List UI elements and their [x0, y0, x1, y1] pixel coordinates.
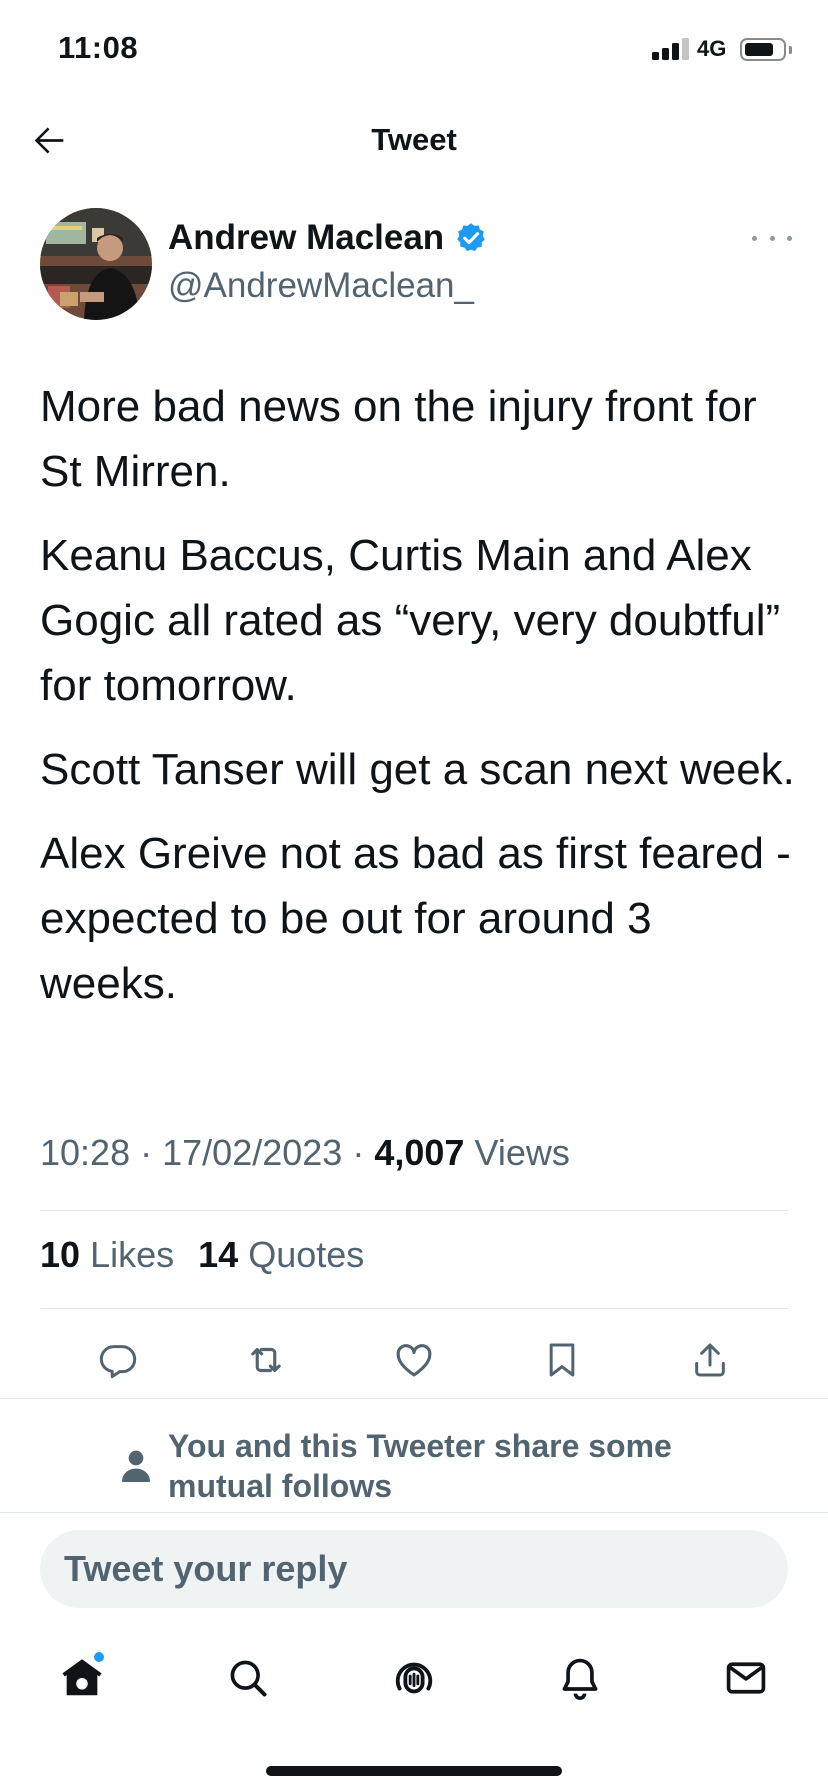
- retweet-icon: [251, 1347, 281, 1373]
- tweet-time: 10:28: [40, 1132, 131, 1173]
- battery-icon: [740, 38, 786, 61]
- like-icon: [396, 1344, 432, 1377]
- quotes-label: Quotes: [248, 1234, 365, 1275]
- status-bar: 11:08 4G: [0, 0, 828, 100]
- battery-cap: [789, 46, 792, 54]
- page-title: Tweet: [371, 122, 457, 157]
- tweet-paragraph: More bad news on the injury front for St…: [40, 382, 757, 496]
- tab-search[interactable]: [220, 1650, 276, 1706]
- avatar[interactable]: [40, 208, 152, 320]
- tweet-date: 17/02/2023: [162, 1132, 343, 1173]
- meta-separator: ·: [352, 1132, 365, 1173]
- reply-button[interactable]: [96, 1338, 140, 1382]
- notifications-icon: [562, 1658, 598, 1700]
- mutual-follows-notice: You and this Tweeter share some mutual f…: [0, 1398, 828, 1512]
- author-handle[interactable]: @AndrewMaclean_: [168, 266, 474, 306]
- views-count[interactable]: 4,007: [374, 1132, 464, 1173]
- verified-badge-icon: [457, 223, 485, 252]
- like-button[interactable]: [392, 1338, 436, 1382]
- views-label[interactable]: Views: [474, 1132, 569, 1173]
- tab-bar: [0, 1636, 828, 1716]
- search-icon: [230, 1660, 267, 1697]
- tweet-actions: [0, 1328, 828, 1388]
- more-dot-icon: [787, 235, 792, 241]
- divider: [40, 1210, 788, 1211]
- quotes-count: 14: [198, 1234, 239, 1275]
- share-button[interactable]: [688, 1338, 732, 1382]
- tweet-paragraph: Alex Greive not as bad as first feared -…: [40, 829, 791, 1008]
- tweet-paragraph: Scott Tanser will get a scan next week.: [40, 745, 795, 794]
- quotes-stat[interactable]: 14 Quotes: [198, 1234, 364, 1275]
- likes-label: Likes: [90, 1234, 175, 1275]
- person-icon: [122, 1450, 150, 1482]
- reply-box[interactable]: [40, 1530, 788, 1608]
- home-indicator: [266, 1766, 562, 1776]
- network-label: 4G: [697, 36, 727, 61]
- tab-notifications[interactable]: [552, 1650, 608, 1706]
- bookmark-icon: [549, 1343, 575, 1377]
- tweet-text: More bad news on the injury front for St…: [40, 374, 800, 1035]
- divider: [40, 1308, 788, 1309]
- tab-spaces[interactable]: [386, 1650, 442, 1706]
- more-dot-icon: [752, 235, 757, 241]
- tweet-stats: 10 Likes 14 Quotes: [40, 1234, 378, 1276]
- reply-icon: [99, 1345, 137, 1379]
- retweet-button[interactable]: [244, 1338, 288, 1382]
- bookmark-button[interactable]: [540, 1338, 584, 1382]
- author-name[interactable]: Andrew Maclean: [168, 218, 444, 258]
- reply-input[interactable]: [40, 1530, 788, 1608]
- tab-messages[interactable]: [718, 1650, 774, 1706]
- signal-icon: [652, 38, 690, 60]
- messages-icon: [726, 1662, 766, 1694]
- mutual-follows-text: You and this Tweeter share some mutual f…: [168, 1428, 672, 1504]
- more-dot-icon: [769, 235, 775, 241]
- meta-separator: ·: [140, 1132, 153, 1173]
- avatar-image: [40, 208, 152, 320]
- likes-count: 10: [40, 1234, 81, 1275]
- tweet-meta: 10:28 · 17/02/2023 · 4,007 Views: [40, 1132, 570, 1174]
- likes-stat[interactable]: 10 Likes: [40, 1234, 174, 1275]
- tweet-author: Andrew Maclean @AndrewMaclean_: [40, 206, 792, 324]
- tweet-paragraph: Keanu Baccus, Curtis Main and Alex Gogic…: [40, 531, 781, 710]
- author-name-row: Andrew Maclean: [168, 218, 488, 258]
- nav-header: Tweet: [0, 100, 828, 180]
- tab-home[interactable]: [54, 1650, 110, 1706]
- spaces-icon: [395, 1662, 433, 1694]
- status-time: 11:08: [58, 30, 139, 65]
- share-icon: [695, 1343, 725, 1377]
- divider: [0, 1512, 828, 1513]
- notification-dot: [92, 1650, 106, 1664]
- more-options-button[interactable]: [752, 228, 792, 248]
